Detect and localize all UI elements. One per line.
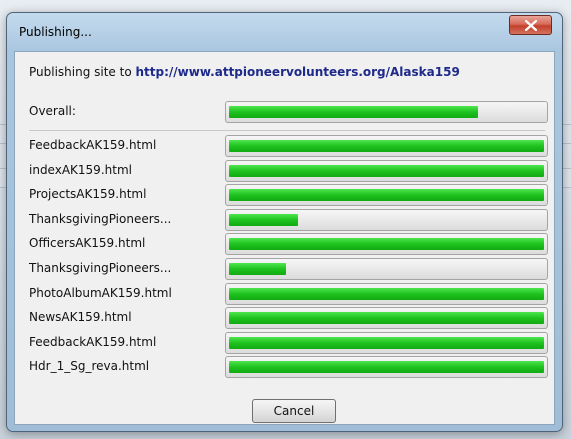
publishing-dialog: Publishing... Publishing site to http://… (6, 12, 563, 432)
file-name-label: FeedbackAK159.html (29, 138, 157, 152)
file-progress-fill (229, 288, 544, 300)
overall-label: Overall: (29, 104, 76, 118)
destination-url: http://www.attpioneervolunteers.org/Alas… (135, 65, 460, 79)
file-progress-fill (229, 214, 298, 226)
file-progress-fill (229, 189, 544, 201)
dialog-title: Publishing... (19, 25, 92, 39)
file-progress-fill (229, 263, 286, 275)
file-progress-row: FeedbackAK159.html (29, 135, 548, 157)
file-progress-bar (225, 135, 548, 157)
file-name-label: OfficersAK159.html (29, 236, 146, 250)
file-progress-row: OfficersAK159.html (29, 233, 548, 255)
close-icon (525, 20, 537, 31)
overall-progress-fill (229, 106, 478, 118)
file-progress-bar (225, 356, 548, 378)
file-progress-row: ThanksgivingPioneers... (29, 258, 548, 280)
file-name-label: Hdr_1_Sg_reva.html (29, 359, 150, 373)
file-name-label: ThanksgivingPioneers... (29, 212, 172, 226)
divider (29, 130, 545, 131)
file-progress-bar (225, 184, 548, 206)
file-progress-row: indexAK159.html (29, 160, 548, 182)
cancel-button[interactable]: Cancel (252, 399, 336, 423)
dialog-content: Publishing site to http://www.attpioneer… (14, 51, 555, 425)
file-progress-fill (229, 312, 544, 324)
file-progress-bar (225, 307, 548, 329)
file-progress-fill (229, 238, 544, 250)
file-progress-fill (229, 337, 544, 349)
file-name-label: ThanksgivingPioneers... (29, 261, 172, 275)
file-name-label: NewsAK159.html (29, 310, 132, 324)
file-progress-fill (229, 165, 544, 177)
file-progress-row: ThanksgivingPioneers... (29, 209, 548, 231)
file-progress-bar (225, 160, 548, 182)
file-name-label: ProjectsAK159.html (29, 187, 147, 201)
file-progress-row: FeedbackAK159.html (29, 332, 548, 354)
destination-prefix: Publishing site to (29, 65, 132, 79)
file-progress-fill (229, 140, 544, 152)
file-progress-bar (225, 332, 548, 354)
file-progress-bar (225, 283, 548, 305)
file-name-label: PhotoAlbumAK159.html (29, 286, 172, 300)
file-progress-bar (225, 209, 548, 231)
file-progress-bar (225, 233, 548, 255)
file-name-label: FeedbackAK159.html (29, 335, 157, 349)
file-progress-row: NewsAK159.html (29, 307, 548, 329)
file-progress-bar (225, 258, 548, 280)
publishing-destination: Publishing site to http://www.attpioneer… (29, 65, 460, 79)
overall-progress-row: Overall: (29, 101, 548, 123)
close-button[interactable] (509, 15, 552, 35)
file-progress-row: Hdr_1_Sg_reva.html (29, 356, 548, 378)
file-progress-fill (229, 361, 544, 373)
file-name-label: indexAK159.html (29, 163, 132, 177)
overall-progress-bar (225, 101, 548, 123)
file-progress-row: ProjectsAK159.html (29, 184, 548, 206)
file-progress-row: PhotoAlbumAK159.html (29, 283, 548, 305)
title-bar[interactable]: Publishing... (7, 13, 562, 51)
